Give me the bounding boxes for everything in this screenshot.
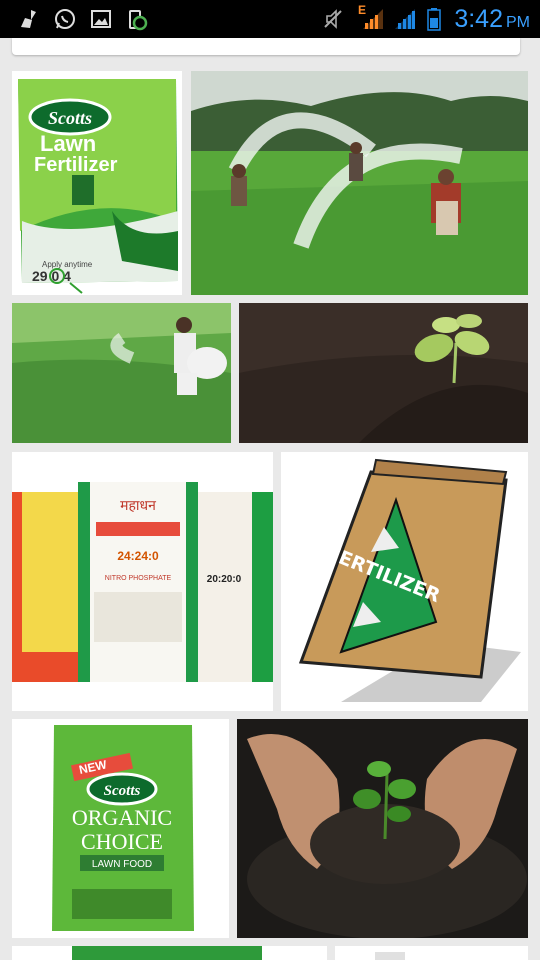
bag-label1: 24:24:0 [117, 549, 159, 563]
gallery-icon [88, 7, 114, 31]
mahadhan-fertilizer-bags: महाधन 24:24:0 NITRO PHOSPHATE 20:20:0 [12, 452, 273, 711]
woman-broadcasting-fertilizer [12, 303, 231, 443]
image-result[interactable]: NEW Scotts ORGANIC CHOICE LAWN FOOD [12, 719, 229, 938]
clock-time: 3:42 [454, 5, 503, 33]
image-result[interactable]: Scotts Lawn Fertilizer Apply anytime 29 … [12, 71, 182, 295]
bag-label3: NITRO PHOSPHATE [105, 575, 172, 582]
fertilizer-bag-illustration: FERTILIZER [281, 452, 528, 711]
signal-icon: E [358, 3, 386, 31]
seedling-in-soil [239, 303, 528, 443]
image-result[interactable] [239, 303, 528, 443]
broom-icon [16, 7, 42, 31]
partial-white-image [335, 946, 528, 960]
mute-icon [320, 7, 346, 31]
image-result[interactable] [335, 946, 528, 960]
scotts-organic-choice-bag: NEW Scotts ORGANIC CHOICE LAWN FOOD [12, 719, 229, 938]
status-bar: E 3:42 PM [0, 0, 540, 38]
clean-master-icon [124, 7, 150, 31]
bag-line2: CHOICE [81, 829, 163, 854]
whatsapp-icon [52, 7, 78, 31]
network-type-label: E [358, 3, 367, 17]
clock-ampm: PM [506, 14, 530, 31]
bag-line1: ORGANIC [72, 805, 172, 830]
bag-brand: Scotts [48, 108, 92, 128]
bag-line2: Fertilizer [34, 154, 118, 176]
search-card[interactable] [12, 38, 520, 55]
hands-holding-seedling [237, 719, 528, 938]
battery-icon [424, 7, 444, 31]
image-result[interactable] [12, 303, 231, 443]
bag-line3: LAWN FOOD [92, 859, 152, 870]
bag-brand: महाधन [120, 498, 156, 514]
image-result[interactable] [237, 719, 528, 938]
partial-green-image [12, 946, 327, 960]
bag-line1: Lawn [40, 131, 96, 156]
image-result[interactable]: FERTILIZER [281, 452, 528, 711]
farmers-spraying-field [191, 71, 528, 295]
scotts-lawn-fertilizer-bag: Scotts Lawn Fertilizer Apply anytime 29 … [12, 71, 182, 295]
bag-brand: Scotts [104, 783, 141, 799]
image-result[interactable] [191, 71, 528, 295]
signal-icon-2 [392, 7, 418, 31]
clock: 3:42 PM [454, 4, 530, 38]
image-result[interactable] [12, 946, 327, 960]
bag-label2: 20:20:0 [207, 574, 242, 585]
image-result[interactable]: महाधन 24:24:0 NITRO PHOSPHATE 20:20:0 [12, 452, 273, 711]
